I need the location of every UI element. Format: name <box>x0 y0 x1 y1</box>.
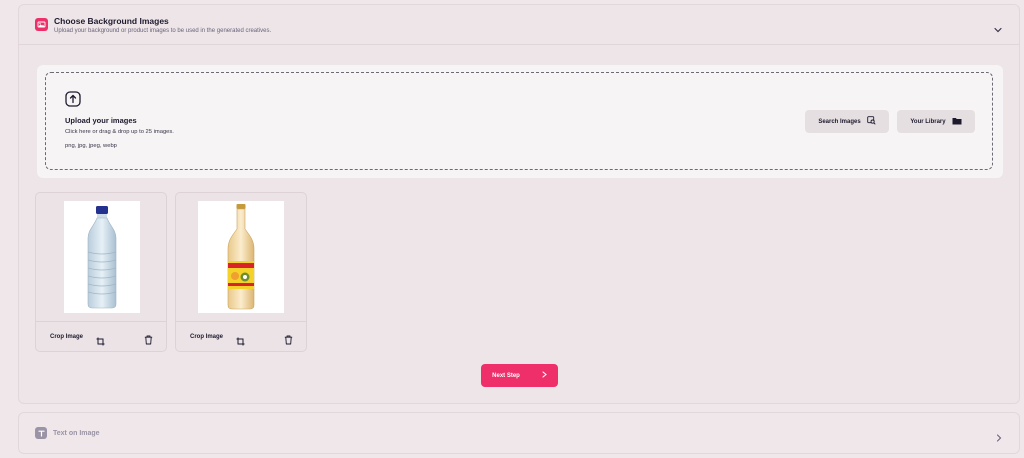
text-on-image-panel[interactable]: Text on Image <box>18 412 1020 454</box>
image-search-icon <box>866 116 876 127</box>
section-title: Choose Background Images <box>54 16 169 26</box>
your-library-button[interactable]: Your Library <box>897 110 975 133</box>
crop-image-button[interactable]: Crop Image <box>190 334 223 340</box>
search-images-label: Search Images <box>818 118 861 125</box>
crop-icon[interactable] <box>236 333 245 351</box>
your-library-label: Your Library <box>910 118 946 125</box>
chevron-right-icon[interactable] <box>996 429 1002 447</box>
text-icon <box>35 427 47 439</box>
water-bottle-image <box>64 201 140 313</box>
chevron-right-icon <box>542 371 547 380</box>
upload-icon <box>65 91 81 112</box>
chevron-down-icon[interactable] <box>994 20 1002 38</box>
background-images-header[interactable]: Choose Background Images Upload your bac… <box>19 5 1019 45</box>
image-card-actions: Crop Image <box>176 321 306 351</box>
next-step-button[interactable]: Next Step <box>481 364 558 387</box>
upload-title: Upload your images <box>65 116 137 125</box>
image-icon <box>35 18 48 31</box>
trash-icon[interactable] <box>284 332 293 350</box>
crop-icon[interactable] <box>96 333 105 351</box>
image-card-actions: Crop Image <box>36 321 166 351</box>
folder-icon <box>952 117 962 127</box>
search-images-button[interactable]: Search Images <box>805 110 889 133</box>
next-step-label: Next Step <box>492 372 520 379</box>
section-subtitle: Upload your background or product images… <box>54 28 272 34</box>
juice-bottle-image <box>198 201 284 313</box>
upload-formats: png, jpg, jpeg, webp <box>65 143 117 149</box>
upload-container: Upload your images Click here or drag & … <box>37 65 1003 178</box>
image-card-1: Crop Image <box>35 192 167 352</box>
text-on-image-title: Text on Image <box>53 430 100 437</box>
background-images-panel: Choose Background Images Upload your bac… <box>18 4 1020 404</box>
upload-hint: Click here or drag & drop up to 25 image… <box>65 129 174 135</box>
upload-dropzone[interactable]: Upload your images Click here or drag & … <box>45 72 993 170</box>
trash-icon[interactable] <box>144 332 153 350</box>
crop-image-button[interactable]: Crop Image <box>50 334 83 340</box>
image-card-2: Crop Image <box>175 192 307 352</box>
